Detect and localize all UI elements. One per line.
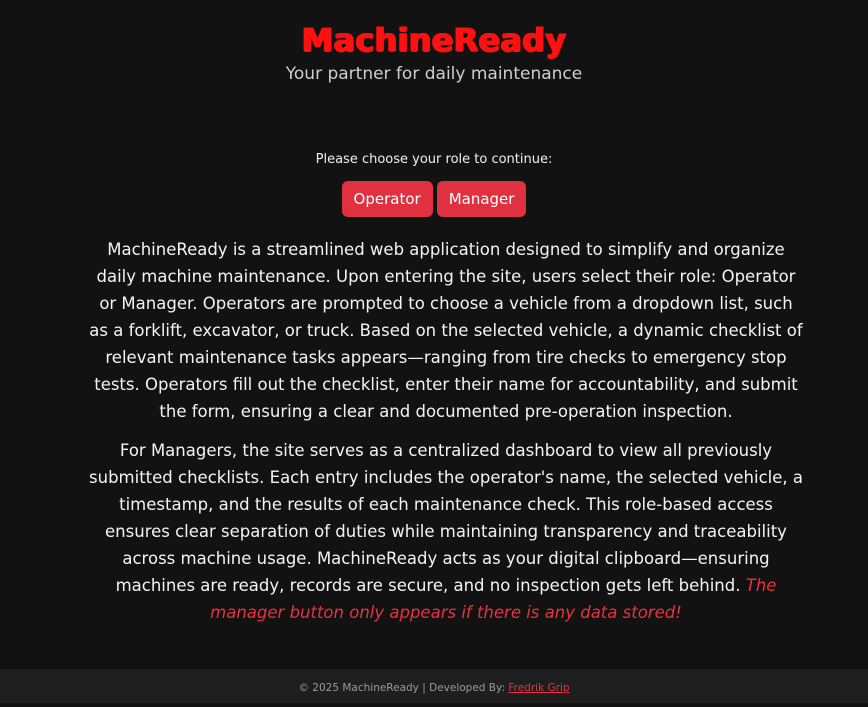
manager-paragraph-text: For Managers, the site serves as a centr… [89, 441, 803, 595]
operator-button[interactable]: Operator [341, 181, 433, 217]
page: MachineReady Your partner for daily main… [0, 0, 868, 703]
footer-copyright: © 2025 MachineReady | Developed By: [298, 682, 505, 694]
developer-link[interactable]: Fredrik Grip [508, 682, 569, 694]
tagline: Your partner for daily maintenance [285, 64, 583, 84]
role-button-group: Operator Manager [0, 181, 868, 217]
intro-paragraph-text: MachineReady is a streamlined web applic… [89, 240, 803, 421]
description-section: MachineReady is a streamlined web applic… [88, 236, 804, 638]
brand-logo-title: MachineReady [301, 21, 567, 59]
intro-paragraph: MachineReady is a streamlined web applic… [88, 236, 804, 425]
site-header: MachineReady Your partner for daily main… [0, 20, 868, 86]
site-footer: © 2025 MachineReady | Developed By: Fred… [0, 669, 868, 703]
role-prompt: Please choose your role to continue: [315, 152, 553, 167]
manager-button[interactable]: Manager [436, 181, 527, 217]
manager-paragraph: For Managers, the site serves as a centr… [88, 437, 804, 626]
